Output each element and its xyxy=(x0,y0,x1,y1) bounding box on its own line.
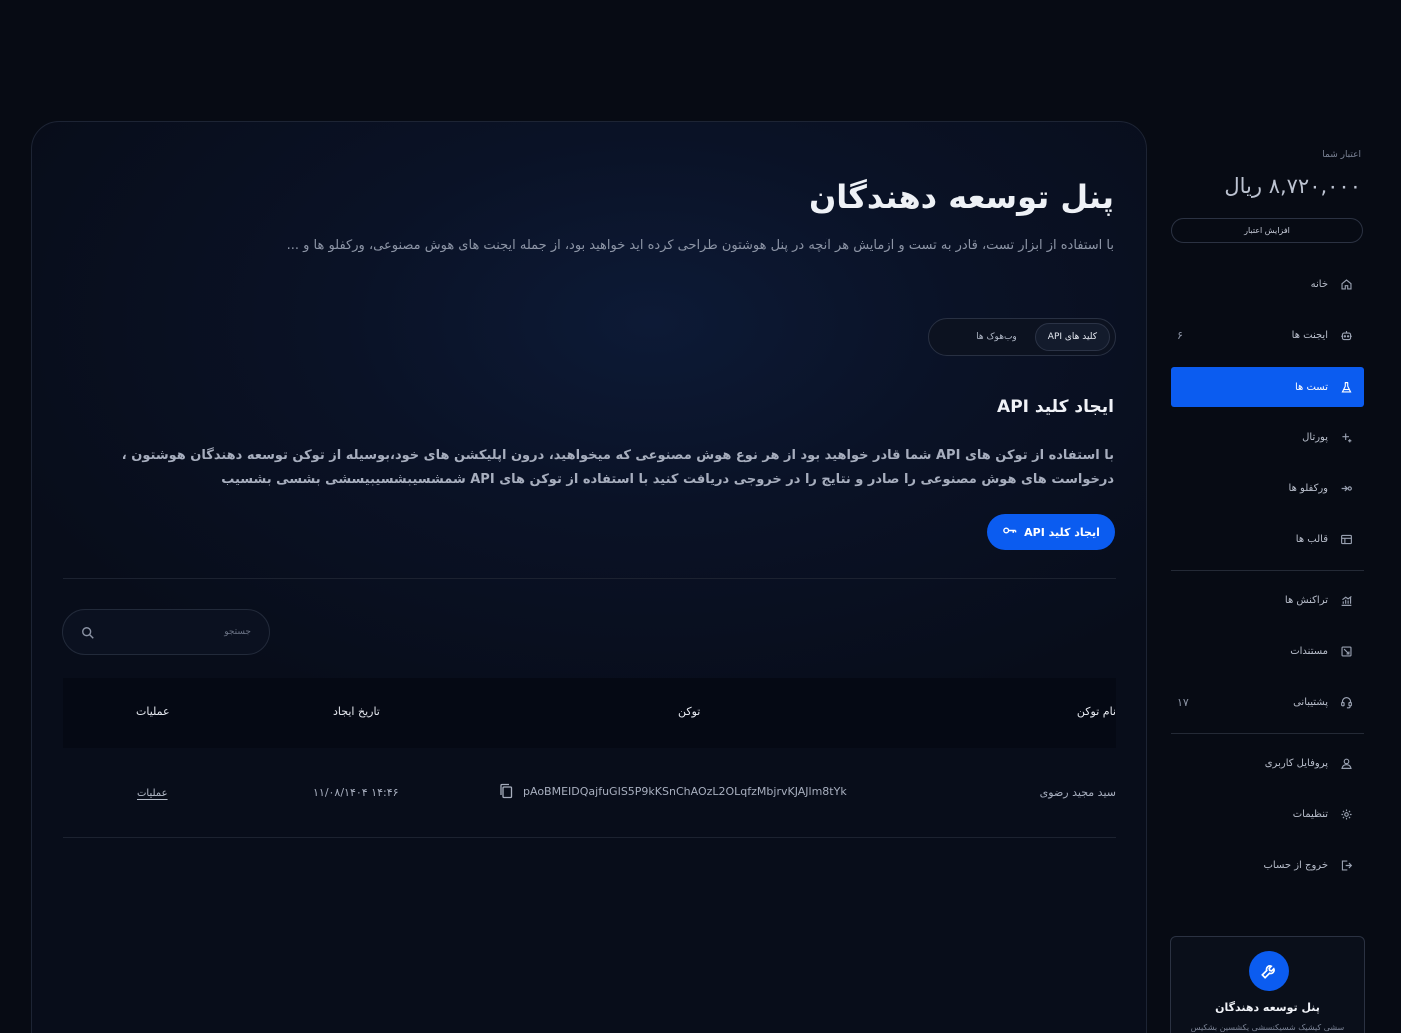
home-icon xyxy=(1338,276,1354,292)
create-api-key-label: ایجاد کلید API xyxy=(1024,525,1100,539)
column-header-created-date: تاریخ ایجاد xyxy=(333,705,380,718)
sidebar-item-workflows[interactable]: ورکفلو ها xyxy=(1171,468,1364,508)
sidebar-item-label: ایجنت ها xyxy=(1291,329,1328,341)
search-box[interactable] xyxy=(62,609,270,655)
page-title: پنل توسعه دهندگان xyxy=(808,178,1114,216)
chart-icon xyxy=(1338,592,1354,608)
credit-label: اعتبار شما xyxy=(1322,150,1361,160)
sidebar-item-settings[interactable]: تنظیمات xyxy=(1171,794,1364,834)
sidebar-item-label: مستندات xyxy=(1290,645,1328,657)
sidebar-item-label: خروج از حساب xyxy=(1263,859,1328,871)
flask-icon xyxy=(1338,379,1354,395)
sidebar-item-home[interactable]: خانه xyxy=(1171,264,1364,304)
promo-title: پنل توسعه دهندگان xyxy=(1215,1001,1320,1014)
copy-icon[interactable] xyxy=(498,783,514,799)
sidebar-item-transactions[interactable]: تراکنش ها xyxy=(1171,580,1364,620)
increase-credit-button[interactable]: افزایش اعتبار xyxy=(1171,218,1363,243)
section-divider xyxy=(63,578,1116,579)
sidebar-divider xyxy=(1171,570,1364,571)
table-header: نام توکن توکن تاریخ ایجاد عملیات xyxy=(63,678,1116,748)
sidebar-item-agents[interactable]: ۶ ایجنت ها xyxy=(1171,315,1364,355)
sidebar-item-label: پروفایل کاربری xyxy=(1264,757,1328,769)
logout-icon xyxy=(1338,857,1354,873)
sidebar-item-label: تراکنش ها xyxy=(1284,594,1328,606)
search-icon xyxy=(81,625,95,639)
sidebar-item-label: تنظیمات xyxy=(1292,808,1328,820)
table-row-divider xyxy=(63,837,1116,838)
document-icon xyxy=(1338,643,1354,659)
wrench-icon xyxy=(1249,951,1289,991)
workflow-icon xyxy=(1338,480,1354,496)
page-description: با استفاده از ابزار تست، قادر به تست و آ… xyxy=(286,238,1114,253)
user-icon xyxy=(1338,755,1354,771)
token-value: pAoBMEIDQajfuGIS5P9kKSnChAOzL2OLqfzMbjrv… xyxy=(523,784,847,798)
column-header-token: توکن xyxy=(678,705,701,718)
token-cell: pAoBMEIDQajfuGIS5P9kKSnChAOzL2OLqfzMbjrv… xyxy=(498,783,847,799)
table-row: سید مجید رضوی pAoBMEIDQajfuGIS5P9kKSnChA… xyxy=(63,750,1116,838)
sidebar-item-label: تست ها xyxy=(1294,381,1328,393)
sparkle-icon xyxy=(1338,429,1354,445)
actions-cell: عملیات xyxy=(137,786,168,799)
sidebar-item-tests[interactable]: تست ها xyxy=(1171,367,1364,407)
sidebar-divider xyxy=(1171,733,1364,734)
support-count-badge: ۱۷ xyxy=(1177,695,1189,709)
sidebar-item-docs[interactable]: مستندات xyxy=(1171,631,1364,671)
sidebar-item-label: قالب ها xyxy=(1295,533,1328,545)
support-icon xyxy=(1338,694,1354,710)
section-title: ایجاد کلید API xyxy=(997,397,1114,417)
main-panel: پنل توسعه دهندگان با استفاده از ابزار تس… xyxy=(31,121,1147,1033)
credit-amount: ۸,۷۲۰,۰۰۰ ریال xyxy=(1224,174,1361,198)
created-date-cell: ۱۱/۰۸/۱۴۰۴ ۱۴:۴۶ xyxy=(313,786,399,799)
sidebar-item-support[interactable]: ۱۷ پشتیبانی xyxy=(1171,682,1364,722)
column-header-token-name: نام توکن xyxy=(1076,705,1116,718)
create-api-key-button[interactable]: ایجاد کلید API xyxy=(987,514,1115,550)
promo-subtitle: سشی کیشیک شسیکنسشی یکشسین بشکیس xyxy=(1190,1023,1345,1032)
sidebar-item-profile[interactable]: پروفایل کاربری xyxy=(1171,743,1364,783)
gear-icon xyxy=(1338,806,1354,822)
developer-panel-promo-card[interactable]: پنل توسعه دهندگان سشی کیشیک شسیکنسشی یکش… xyxy=(1170,936,1365,1033)
sidebar-item-label: ورکفلو ها xyxy=(1288,482,1328,494)
section-description: با استفاده از توکن های API شما قادر خواه… xyxy=(121,448,1114,487)
actions-link[interactable]: عملیات xyxy=(137,788,168,799)
sidebar-item-templates[interactable]: قالب ها xyxy=(1171,519,1364,559)
agents-count-badge: ۶ xyxy=(1177,328,1183,342)
tab-api-keys[interactable]: کلید های API xyxy=(1034,323,1110,351)
tab-webhooks[interactable]: وب‌هوک ها xyxy=(964,323,1029,351)
template-icon xyxy=(1338,531,1354,547)
sidebar-item-logout[interactable]: خروج از حساب xyxy=(1171,845,1364,885)
tabs: کلید های API وب‌هوک ها xyxy=(928,318,1116,356)
column-header-actions: عملیات xyxy=(136,705,170,718)
key-icon xyxy=(1002,523,1017,541)
sidebar-item-label: پشتیبانی xyxy=(1293,696,1328,708)
token-name-cell: سید مجید رضوی xyxy=(1039,786,1116,799)
sidebar-item-label: پورتال xyxy=(1302,431,1328,443)
search-input[interactable] xyxy=(103,627,251,637)
sidebar-item-portal[interactable]: پورتال xyxy=(1171,417,1364,457)
sidebar-item-label: خانه xyxy=(1310,278,1328,290)
robot-icon xyxy=(1338,327,1354,343)
sidebar: اعتبار شما ۸,۷۲۰,۰۰۰ ریال افزایش اعتبار … xyxy=(1150,0,1401,1033)
